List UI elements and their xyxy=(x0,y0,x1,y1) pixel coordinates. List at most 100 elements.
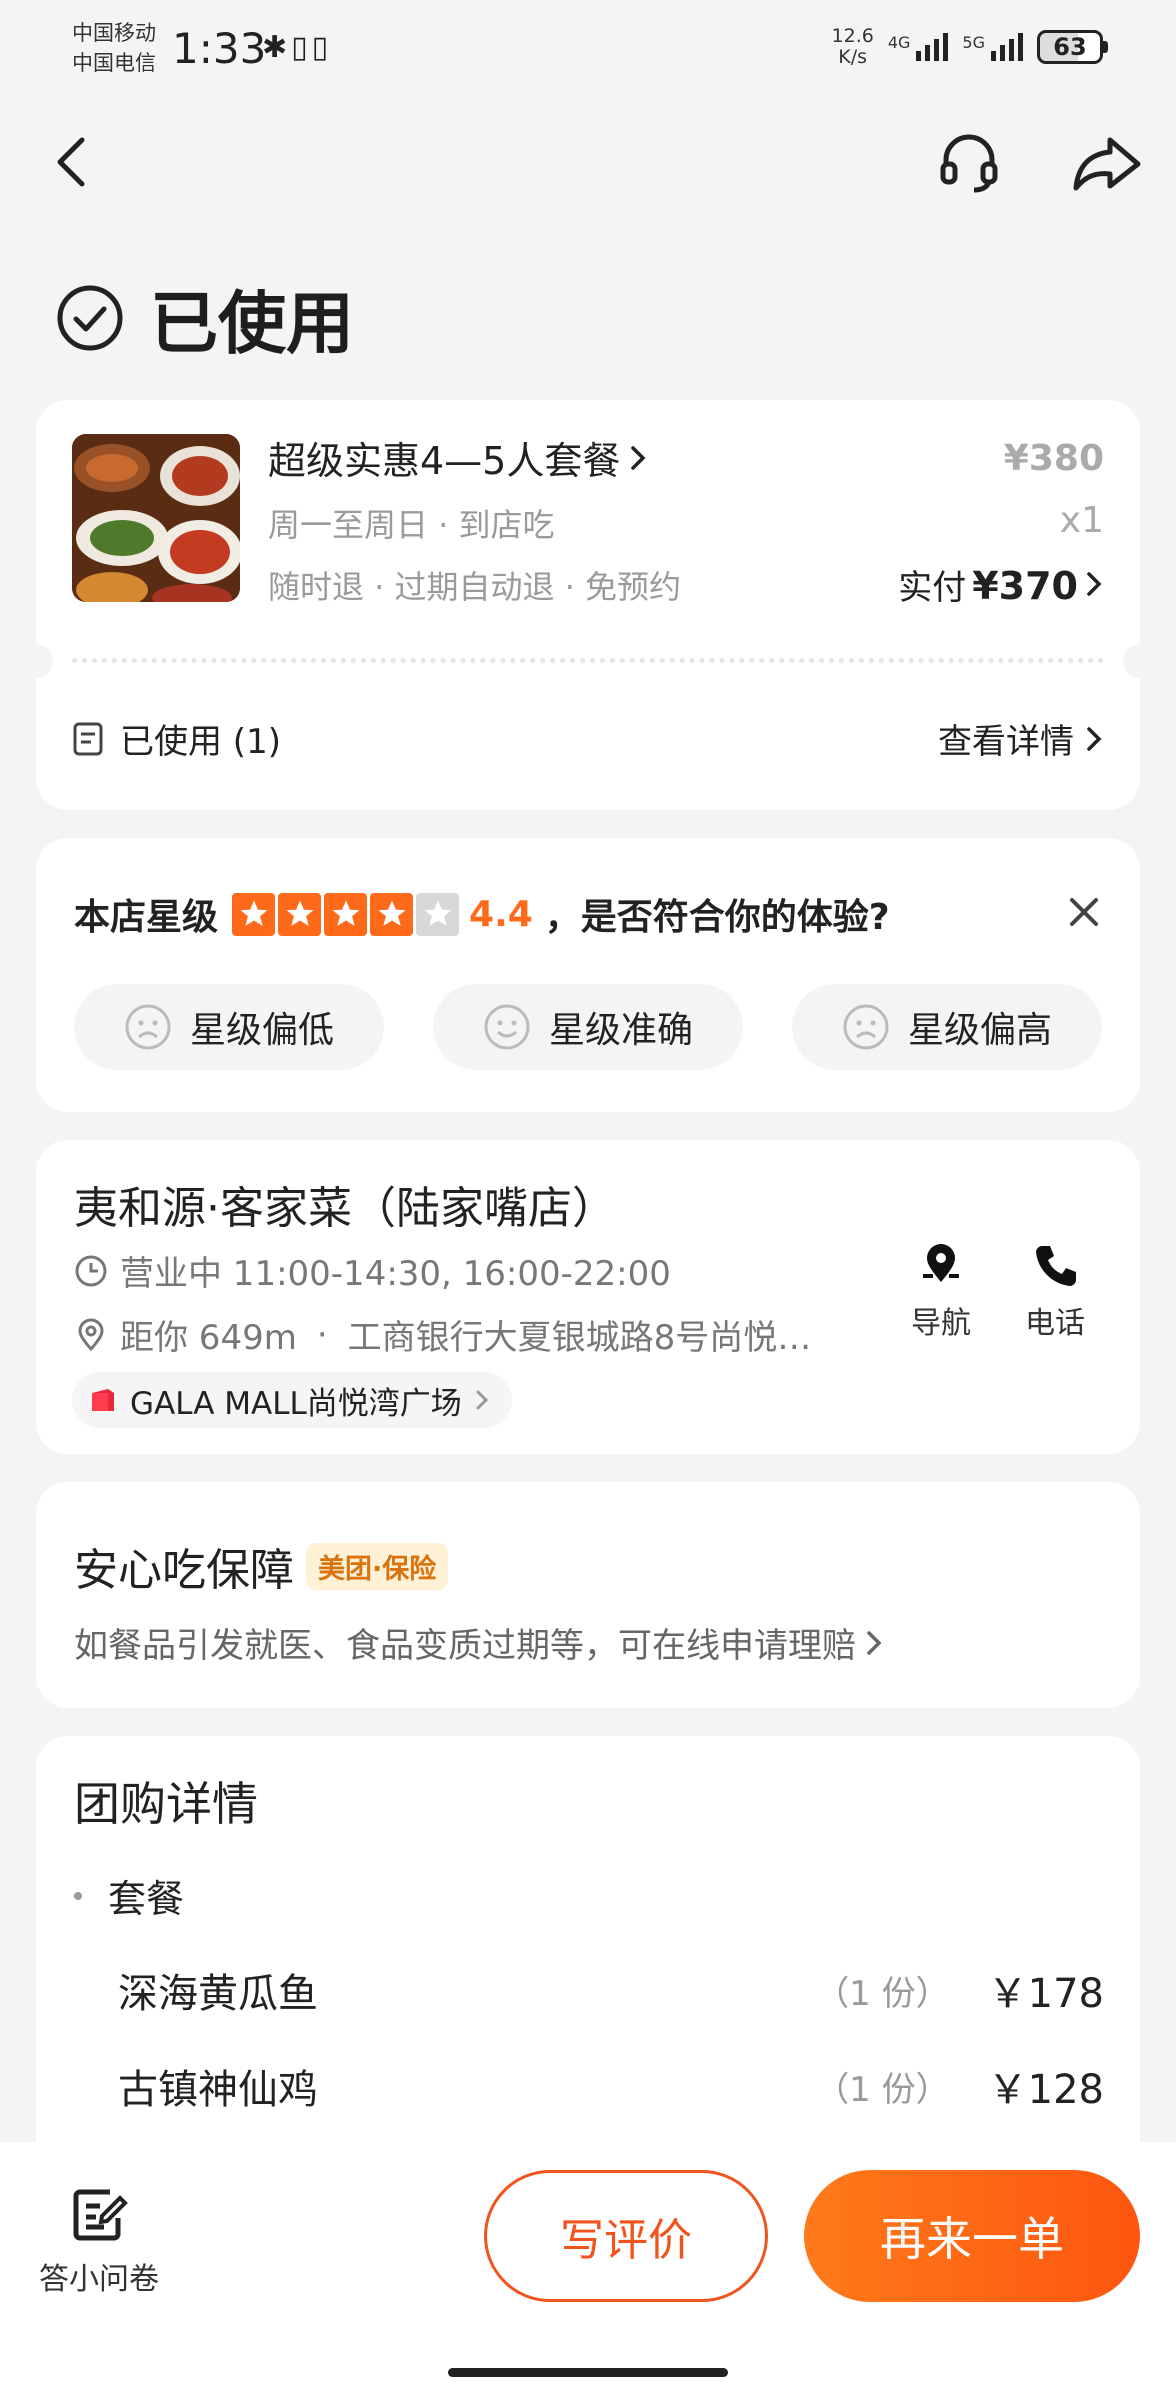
insurance-badge: 美团·保险 xyxy=(306,1542,449,1590)
star-rating-feedback-card: 本店星级 4.4 ，是否符合你的体验? 星级偏低 星级准确 星级偏高 xyxy=(36,838,1140,1112)
unhappy-face-icon xyxy=(843,1004,889,1050)
chevron-right-icon xyxy=(867,1630,882,1655)
guarantee-title-row: 安心吃保障 美团·保险 xyxy=(74,1534,449,1598)
share-icon[interactable] xyxy=(1070,128,1144,198)
rating-score: 4.4 xyxy=(469,893,533,935)
view-details-label: 查看详情 xyxy=(938,722,1074,762)
shop-hours-row: 营业中 11:00-14:30, 16:00-22:00 xyxy=(74,1246,671,1295)
deal-image[interactable] xyxy=(72,434,240,602)
details-section-label: 套餐 xyxy=(108,1877,185,1921)
customer-service-icon[interactable] xyxy=(934,128,1004,198)
top-nav xyxy=(0,120,1176,210)
phone-icon xyxy=(1036,1246,1076,1286)
status-right: 12.6 K/s 4G 5G 63 xyxy=(832,26,1108,68)
carrier-1: 中国移动 xyxy=(72,21,156,45)
rating-option-label: 星级偏高 xyxy=(907,1010,1052,1051)
deal-usage: 周一至周日 · 到店吃 xyxy=(268,506,555,544)
shop-name[interactable]: 夷和源·客家菜（陆家嘴店） xyxy=(74,1172,616,1236)
rating-too-high-button[interactable]: 星级偏高 xyxy=(792,984,1102,1070)
carrier-info: 中国移动 中国电信 xyxy=(72,18,156,78)
star-rating xyxy=(232,892,460,936)
rating-too-low-button[interactable]: 星级偏低 xyxy=(74,984,384,1070)
order-status-text: 已使用 xyxy=(150,285,355,364)
chevron-right-icon xyxy=(1087,726,1102,751)
voucher-icon xyxy=(73,722,103,755)
paid-amount: ¥370 xyxy=(972,564,1078,608)
deal-policy: 随时退 · 过期自动退 · 免预约 xyxy=(268,568,682,606)
survey-button[interactable]: 答小问卷 xyxy=(26,2186,172,2298)
menu-item-count: （1 份） xyxy=(815,2069,950,2110)
location-pin-icon xyxy=(78,1318,104,1351)
survey-edit-icon xyxy=(73,2189,128,2241)
carrier-2: 中国电信 xyxy=(72,51,156,75)
star-filled-icon xyxy=(232,892,276,936)
details-section: 套餐 xyxy=(74,1868,184,1923)
quantity: x1 xyxy=(1059,500,1104,541)
shop-address: 工商银行大夏银城路8号尚悦… xyxy=(347,1318,812,1358)
sig2-label: 5G xyxy=(962,33,985,52)
deal-name-link[interactable]: 超级实惠4—5人套餐 xyxy=(268,430,648,485)
back-icon[interactable] xyxy=(46,132,106,192)
navigation-icon xyxy=(923,1244,959,1282)
net-speed-unit: K/s xyxy=(838,46,868,68)
phone-button[interactable]: 电话 xyxy=(1010,1240,1100,1342)
rating-question: 本店星级 4.4 ，是否符合你的体验? xyxy=(74,888,890,940)
menu-item-price: ￥128 xyxy=(987,2067,1104,2113)
rating-accurate-button[interactable]: 星级准确 xyxy=(433,984,743,1070)
guarantee-title: 安心吃保障 xyxy=(74,1545,294,1596)
battery-icon: 63 xyxy=(1037,30,1108,64)
shop-hours: 营业中 11:00-14:30, 16:00-22:00 xyxy=(120,1254,671,1294)
star-filled-icon xyxy=(278,892,322,936)
signal-5g-icon: 5G xyxy=(962,33,1023,61)
guarantee-card[interactable]: 安心吃保障 美团·保险 如餐品引发就医、食品变质过期等，可在线申请理赔 xyxy=(36,1482,1140,1708)
details-title: 团购详情 xyxy=(74,1777,258,1831)
signal-4g-icon: 4G xyxy=(888,33,949,61)
guarantee-desc-row[interactable]: 如餐品引发就医、食品变质过期等，可在线申请理赔 xyxy=(74,1618,884,1667)
navigation-label: 导航 xyxy=(911,1306,971,1341)
bullet-dot xyxy=(74,1891,82,1900)
net-speed: 12.6 K/s xyxy=(832,26,874,68)
order-card: 超级实惠4—5人套餐 周一至周日 · 到店吃 随时退 · 过期自动退 · 免预约… xyxy=(19,400,1157,810)
address-separator: · xyxy=(316,1314,328,1355)
star-filled-icon xyxy=(370,892,414,936)
paid-amount-link[interactable]: 实付 ¥370 xyxy=(898,560,1104,609)
battery-level: 63 xyxy=(1037,30,1103,64)
status-time: 1:33 xyxy=(172,24,267,73)
shop-card: 夷和源·客家菜（陆家嘴店） 营业中 11:00-14:30, 16:00-22:… xyxy=(36,1140,1140,1454)
rating-question-text: ，是否符合你的体验? xyxy=(544,897,890,938)
navigation-button[interactable]: 导航 xyxy=(896,1240,986,1342)
chevron-right-icon xyxy=(1087,572,1102,596)
rating-option-label: 星级准确 xyxy=(548,1010,693,1051)
order-status-heading: 已使用 xyxy=(56,268,354,367)
net-speed-value: 12.6 xyxy=(831,25,874,47)
mall-name: GALA MALL尚悦湾广场 xyxy=(130,1385,462,1422)
reorder-button[interactable]: 再来一单 xyxy=(804,2170,1140,2302)
mall-tag[interactable]: GALA MALL尚悦湾广场 xyxy=(72,1372,512,1428)
close-icon[interactable] xyxy=(1064,892,1104,932)
chevron-right-icon xyxy=(476,1390,488,1410)
dotted-divider xyxy=(72,658,1104,663)
menu-item-name: 古镇神仙鸡 xyxy=(118,2067,318,2113)
shopping-bag-icon xyxy=(92,1389,114,1411)
smile-face-icon xyxy=(484,1004,530,1050)
original-price: ¥380 xyxy=(1003,438,1104,479)
used-count: 已使用 (1) xyxy=(120,722,281,762)
unhappy-face-icon xyxy=(125,1004,171,1050)
rating-option-label: 星级偏低 xyxy=(189,1010,334,1051)
bottom-action-bar: 答小问卷 写评价 再来一单 xyxy=(0,2142,1176,2400)
write-review-button[interactable]: 写评价 xyxy=(484,2170,768,2302)
shop-address-row[interactable]: 距你 649m · 工商银行大夏银城路8号尚悦… xyxy=(74,1310,894,1359)
shop-distance: 距你 649m xyxy=(120,1318,297,1358)
paid-label: 实付 xyxy=(898,568,967,608)
phone-label: 电话 xyxy=(1025,1306,1085,1341)
sig1-label: 4G xyxy=(887,33,911,52)
menu-item-price: ￥178 xyxy=(987,1971,1104,2017)
view-details-link[interactable]: 查看详情 xyxy=(938,714,1104,763)
ticket-notch-right xyxy=(1123,644,1157,678)
menu-item-row: 深海黄瓜鱼 （1 份） ￥178 xyxy=(118,1960,1104,2020)
star-filled-icon xyxy=(324,892,368,936)
rating-prefix: 本店星级 xyxy=(74,897,219,938)
deal-name: 超级实惠4—5人套餐 xyxy=(268,439,621,483)
clock-icon xyxy=(75,1255,107,1286)
status-bar: 中国移动 中国电信 1:33 ✱▯▯ 12.6 K/s 4G 5G 63 xyxy=(0,0,1176,100)
